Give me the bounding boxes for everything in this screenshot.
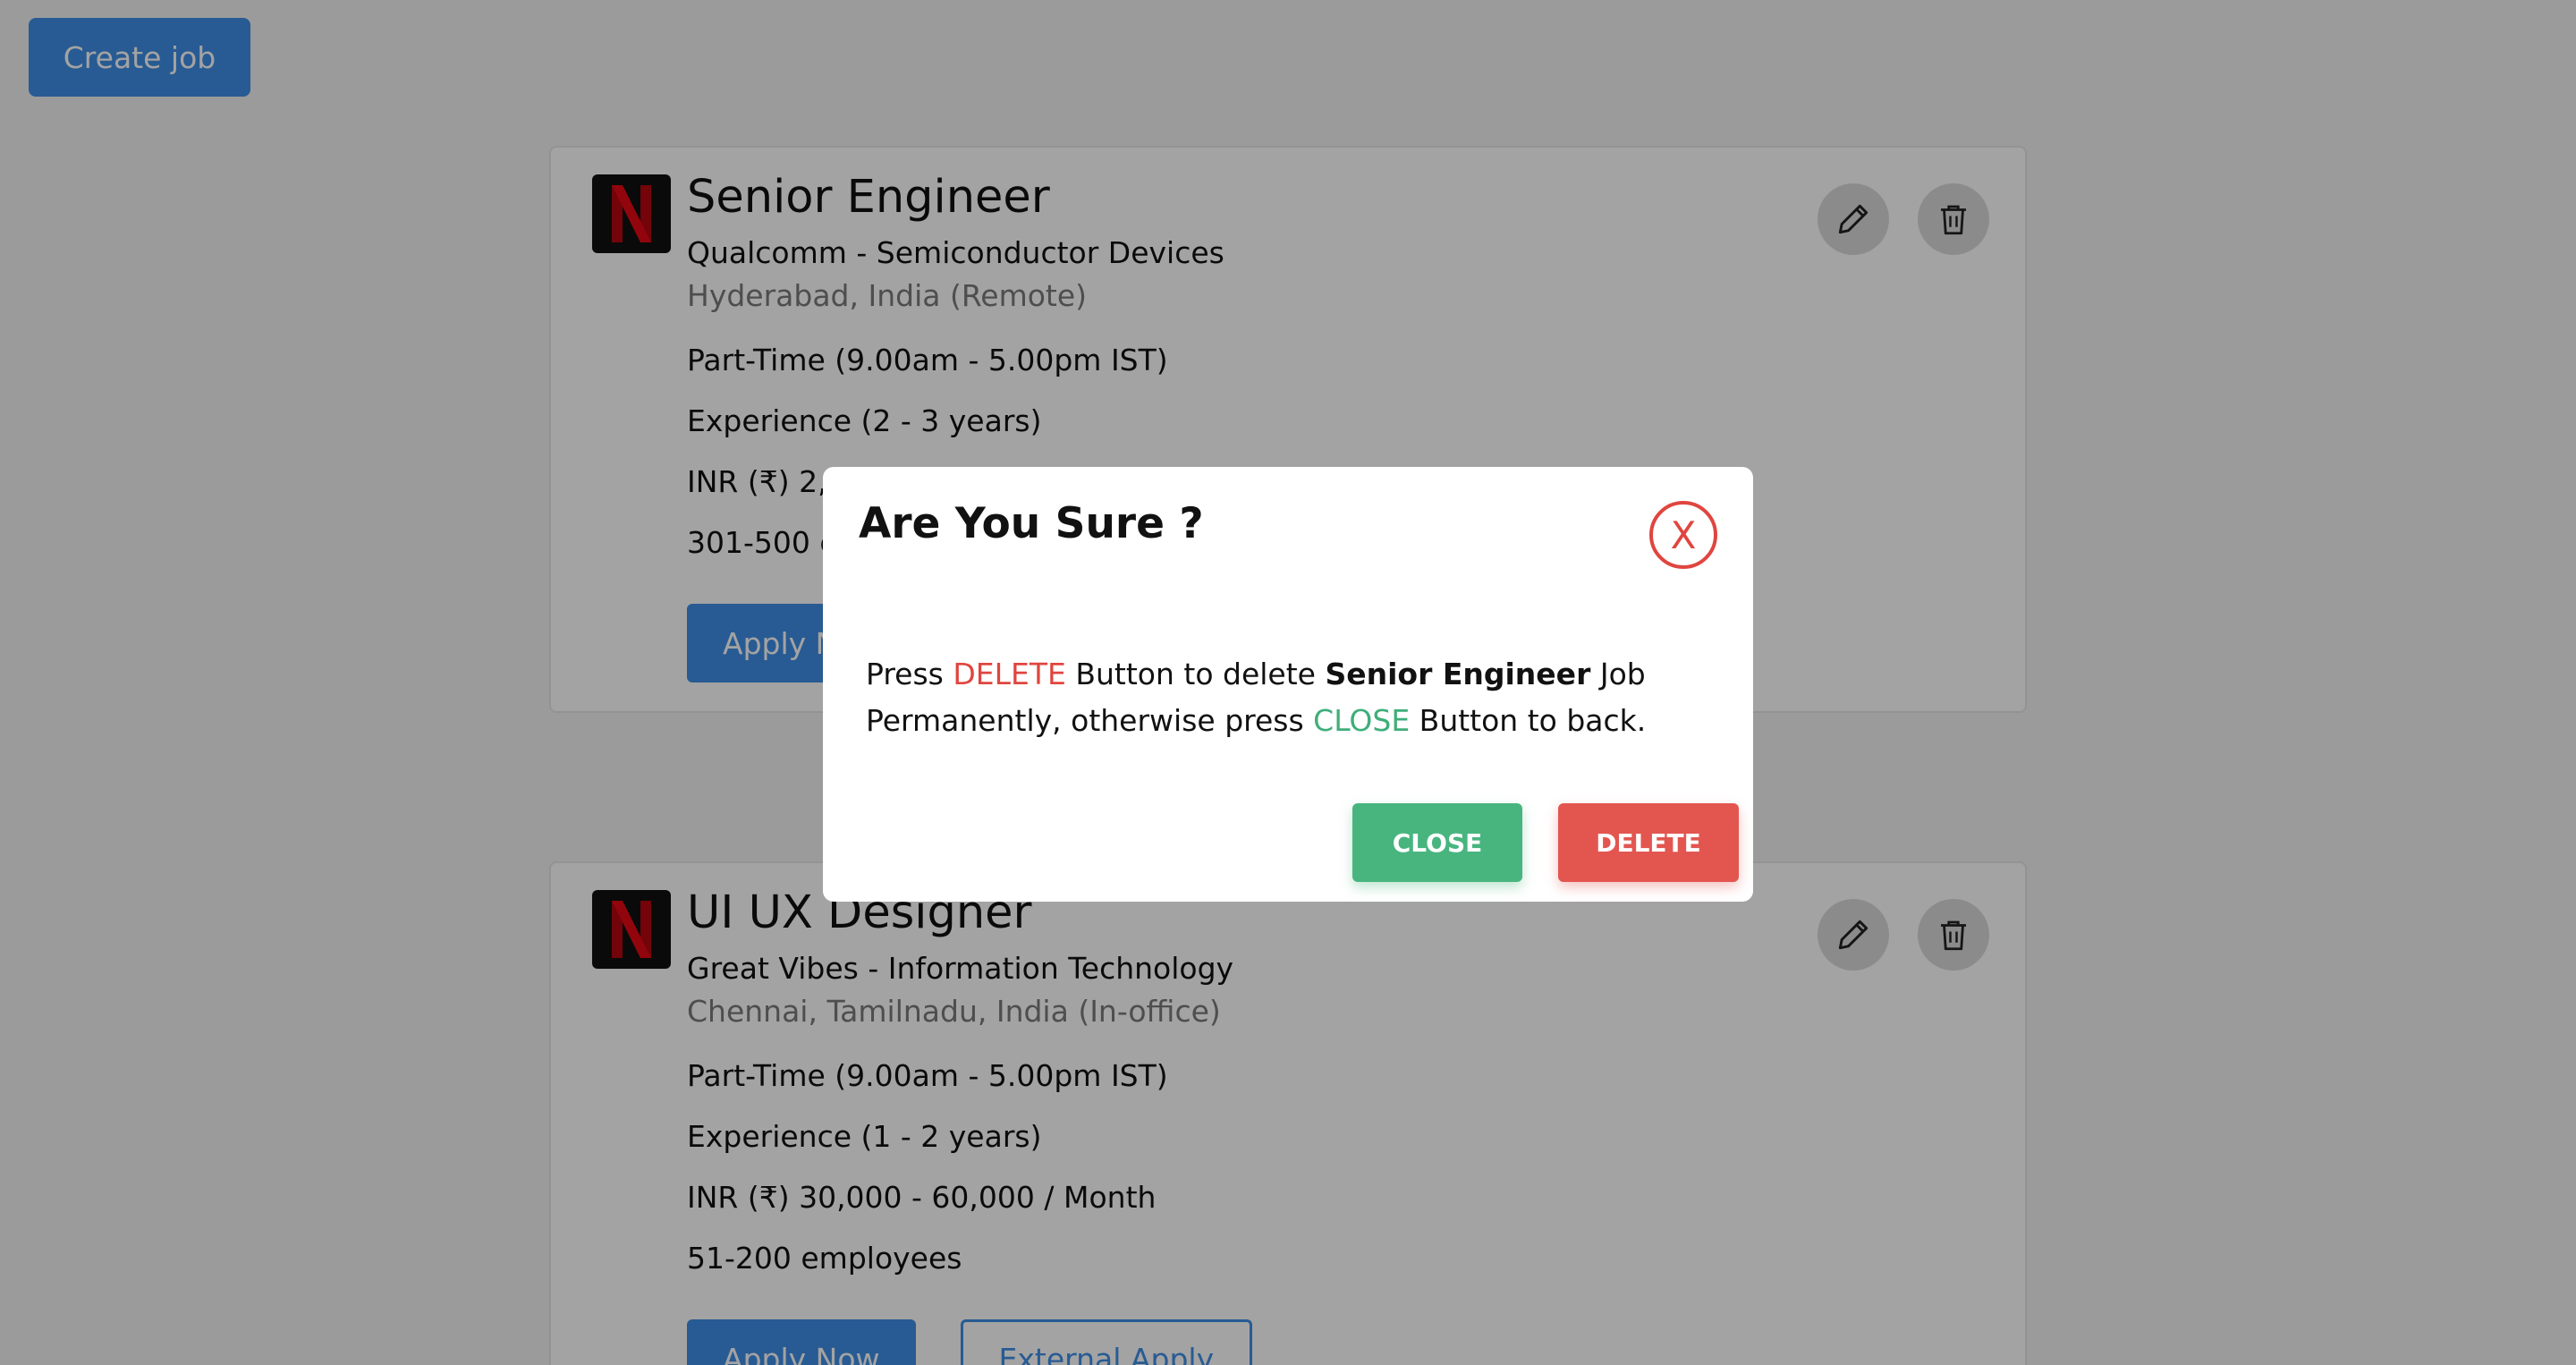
delete-button[interactable]: DELETE bbox=[1558, 803, 1739, 882]
close-keyword: CLOSE bbox=[1313, 703, 1411, 738]
delete-confirm-dialog: Are You Sure ? X Press DELETE Button to … bbox=[823, 467, 1753, 902]
job-name: Senior Engineer bbox=[1325, 657, 1591, 691]
message-text: Press bbox=[866, 657, 953, 691]
delete-keyword: DELETE bbox=[953, 657, 1066, 691]
page: Create job Senior Engineer Qualcomm - Se… bbox=[0, 0, 2576, 1365]
message-text: Button to delete bbox=[1065, 657, 1326, 691]
close-button[interactable]: CLOSE bbox=[1352, 803, 1522, 882]
dialog-message: Press DELETE Button to delete Senior Eng… bbox=[866, 651, 1671, 744]
dialog-title: Are You Sure ? bbox=[859, 499, 1204, 548]
message-text: Button to back. bbox=[1410, 703, 1647, 738]
close-icon[interactable]: X bbox=[1649, 501, 1717, 569]
